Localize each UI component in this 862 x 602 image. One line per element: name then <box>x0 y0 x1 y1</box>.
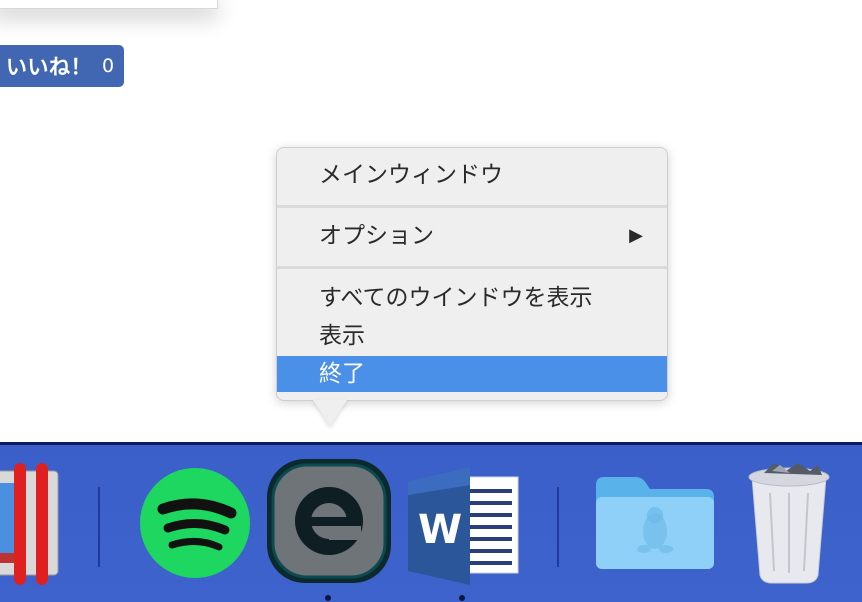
dock-divider <box>98 487 100 567</box>
menu-pointer <box>313 400 347 426</box>
menu-item-label: すべてのウインドウを表示 <box>319 285 593 311</box>
menu-item-label: メインウィンドウ <box>319 162 503 188</box>
desktop: いいね！ 0 メインウィンドウ オプション ▶ すべてのウインドウを表示 表示 … <box>0 0 862 602</box>
like-button[interactable]: いいね！ 0 <box>0 45 125 87</box>
menu-separator <box>277 266 667 269</box>
dock: W <box>0 442 862 602</box>
popup-panel <box>0 0 218 9</box>
menu-separator <box>277 205 667 208</box>
trash-icon[interactable] <box>742 463 836 585</box>
like-count: 0 <box>102 55 115 77</box>
menu-item-main-window[interactable]: メインウィンドウ <box>277 157 667 193</box>
like-label: いいね！ <box>6 55 92 79</box>
svg-text:W: W <box>418 507 462 553</box>
menu-item-options[interactable]: オプション ▶ <box>277 218 667 254</box>
menu-item-show[interactable]: 表示 <box>277 318 667 354</box>
submenu-arrow-icon: ▶ <box>629 225 643 246</box>
menu-item-label: 表示 <box>319 323 365 349</box>
menu-item-show-all-windows[interactable]: すべてのウインドウを表示 <box>277 280 667 316</box>
linux-folder-icon[interactable] <box>594 475 716 571</box>
menu-item-label: オプション <box>319 223 434 249</box>
spotify-icon[interactable] <box>139 467 251 579</box>
eset-icon[interactable] <box>265 457 393 585</box>
parallels-icon[interactable] <box>0 459 64 587</box>
word-icon[interactable]: W <box>404 465 522 587</box>
menu-item-quit[interactable]: 終了 <box>277 356 667 392</box>
menu-item-label: 終了 <box>319 361 365 387</box>
running-indicator <box>459 595 465 601</box>
dock-divider <box>557 487 559 567</box>
running-indicator <box>325 595 331 601</box>
dock-context-menu: メインウィンドウ オプション ▶ すべてのウインドウを表示 表示 終了 <box>276 147 668 401</box>
